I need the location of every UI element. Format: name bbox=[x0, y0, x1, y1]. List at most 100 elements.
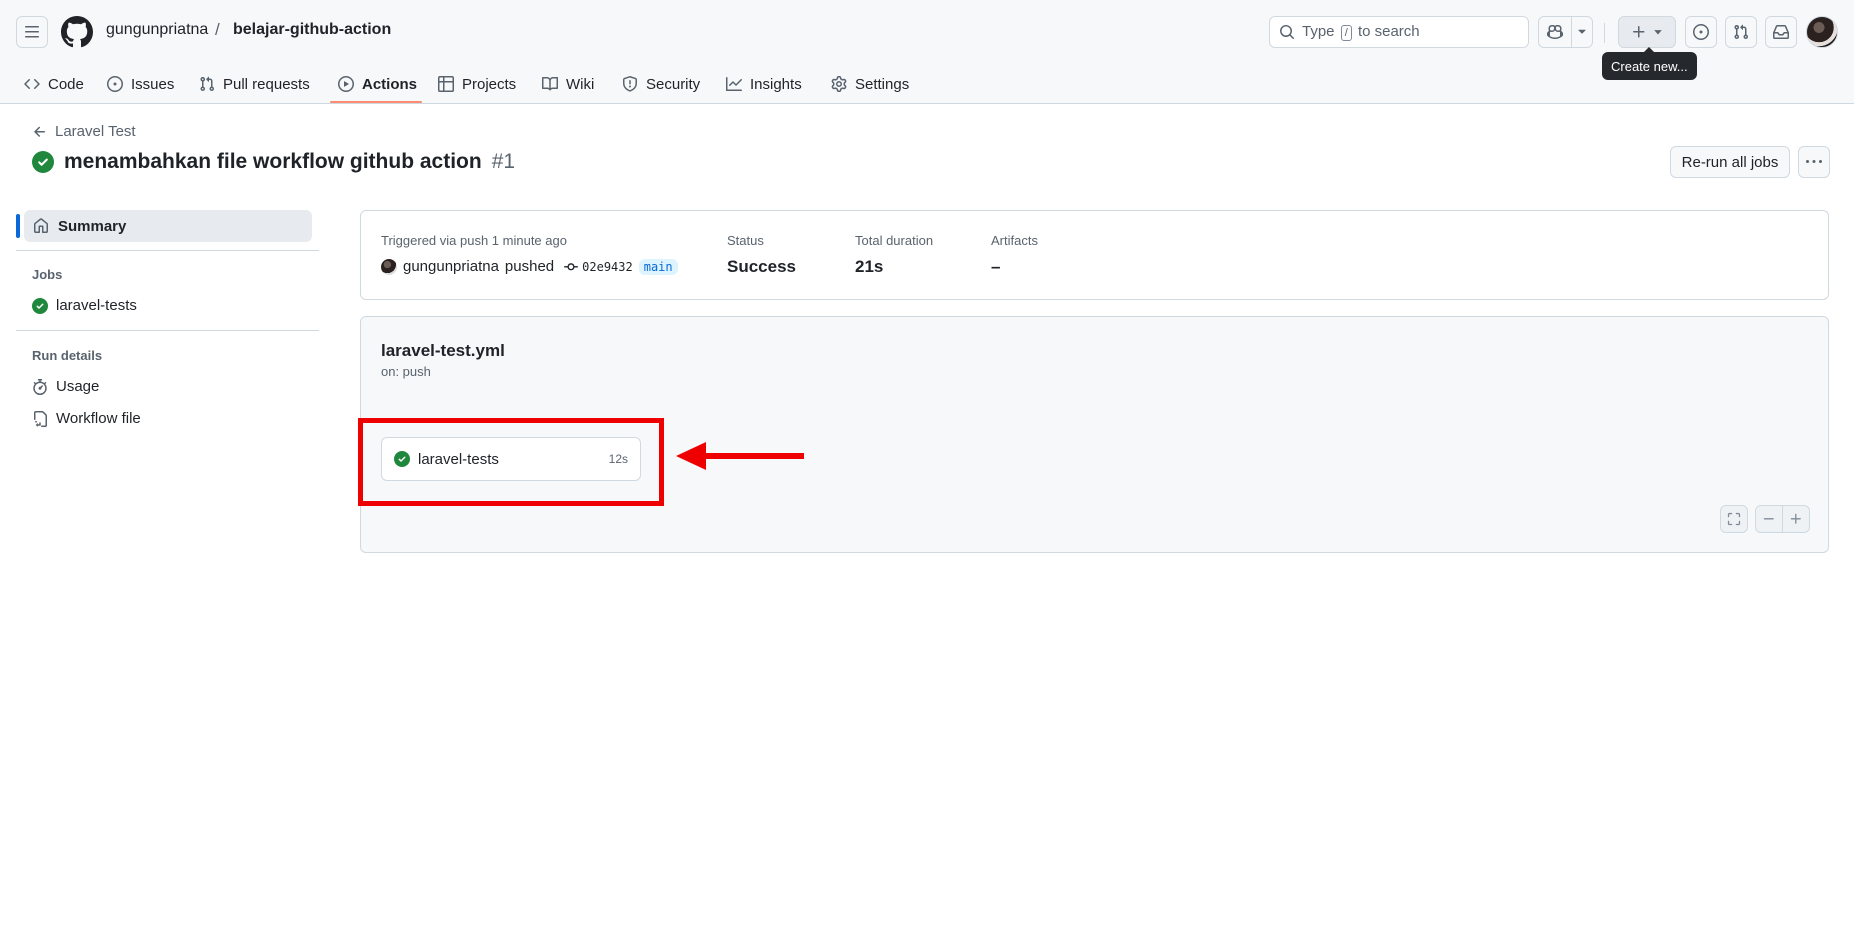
sidebar-divider bbox=[16, 250, 319, 251]
minus-icon bbox=[1763, 518, 1774, 520]
tab-label: Wiki bbox=[566, 75, 595, 93]
repo-tabs: Code Issues Pull requests Actions Projec… bbox=[0, 64, 1854, 104]
inbox-icon bbox=[1773, 25, 1789, 39]
search-input[interactable]: Type / to search bbox=[1269, 16, 1529, 48]
zoom-in-button[interactable] bbox=[1782, 505, 1810, 533]
run-summary-card: Triggered via push 1 minute ago gungunpr… bbox=[360, 210, 1829, 300]
duration-value: 21s bbox=[855, 257, 884, 276]
header-divider bbox=[1604, 23, 1605, 43]
tab-insights[interactable]: Insights bbox=[726, 64, 802, 104]
tab-label: Code bbox=[48, 75, 84, 93]
breadcrumb-separator: / bbox=[215, 20, 220, 39]
git-commit-icon bbox=[564, 262, 579, 270]
sidebar-item-workflow-file[interactable]: Workflow file bbox=[32, 410, 141, 427]
search-icon bbox=[1280, 25, 1295, 40]
jobs-heading: Jobs bbox=[32, 267, 63, 282]
search-placeholder: Type / to search bbox=[1302, 23, 1420, 41]
status-label: Status bbox=[727, 233, 764, 248]
kebab-horizontal-icon bbox=[1806, 160, 1822, 163]
sidebar-divider bbox=[16, 330, 319, 331]
plus-icon bbox=[1790, 513, 1801, 524]
gear-icon bbox=[831, 76, 847, 92]
page-title: menambahkan file workflow github action … bbox=[32, 150, 515, 174]
branch-label[interactable]: main bbox=[638, 258, 678, 275]
tab-issues[interactable]: Issues bbox=[107, 64, 174, 104]
check-circle-fill-icon bbox=[32, 297, 48, 314]
play-icon bbox=[338, 76, 354, 92]
sidebar-item-label: Summary bbox=[58, 217, 127, 235]
duration-label: Total duration bbox=[855, 233, 934, 248]
tab-security[interactable]: Security bbox=[622, 64, 700, 104]
sidebar-item-laravel-tests[interactable]: laravel-tests bbox=[32, 297, 137, 314]
search-shortcut-key: / bbox=[1340, 25, 1352, 41]
actor-name[interactable]: gungunpriatna bbox=[403, 258, 499, 275]
git-pull-request-icon bbox=[1734, 24, 1749, 40]
rerun-all-jobs-button[interactable]: Re-run all jobs bbox=[1670, 146, 1790, 178]
global-header: gungunpriatna / belajar-github-action Ty… bbox=[0, 0, 1854, 104]
pull-requests-shortcut-button[interactable] bbox=[1725, 16, 1757, 48]
workflow-file-icon bbox=[34, 410, 47, 427]
artifacts-value: – bbox=[991, 257, 1001, 276]
fullscreen-button[interactable] bbox=[1720, 505, 1748, 533]
zoom-out-button[interactable] bbox=[1755, 505, 1783, 533]
tab-pull-requests[interactable]: Pull requests bbox=[199, 64, 310, 104]
tab-actions[interactable]: Actions bbox=[338, 64, 417, 104]
active-tab-underline bbox=[330, 101, 422, 103]
breadcrumb-owner[interactable]: gungunpriatna bbox=[106, 21, 208, 39]
graph-icon bbox=[726, 77, 742, 91]
workflow-file-name: laravel-test.yml bbox=[381, 341, 505, 360]
annotation-arrow-icon bbox=[676, 440, 806, 472]
tab-projects[interactable]: Projects bbox=[438, 64, 516, 104]
commit-sha[interactable]: 02e9432 bbox=[564, 260, 633, 274]
triangle-down-icon bbox=[1654, 30, 1662, 35]
tab-label: Pull requests bbox=[223, 75, 310, 93]
more-options-button[interactable] bbox=[1798, 146, 1830, 178]
copilot-button[interactable] bbox=[1538, 16, 1572, 48]
breadcrumb-repo[interactable]: belajar-github-action bbox=[233, 21, 391, 39]
stopwatch-icon bbox=[33, 378, 47, 395]
hamburger-icon bbox=[25, 26, 39, 38]
tab-label: Settings bbox=[855, 75, 910, 93]
sidebar-item-label: Workflow file bbox=[56, 410, 141, 427]
issues-shortcut-button[interactable] bbox=[1685, 16, 1717, 48]
workflow-trigger: on: push bbox=[381, 364, 431, 379]
tab-label: Security bbox=[646, 75, 701, 93]
sidebar-item-label: Usage bbox=[56, 378, 100, 395]
inbox-button[interactable] bbox=[1765, 16, 1797, 48]
tab-settings[interactable]: Settings bbox=[831, 64, 909, 104]
run-details-heading: Run details bbox=[32, 348, 103, 363]
tab-label: Issues bbox=[131, 75, 175, 93]
pull-request-icon bbox=[200, 76, 215, 92]
top-bar: gungunpriatna / belajar-github-action Ty… bbox=[0, 0, 1854, 80]
screen-full-icon bbox=[1727, 512, 1741, 526]
active-item-indicator bbox=[16, 214, 20, 238]
artifacts-label: Artifacts bbox=[991, 233, 1038, 248]
tab-wiki[interactable]: Wiki bbox=[542, 64, 594, 104]
actor-avatar[interactable] bbox=[381, 258, 397, 275]
sidebar-item-summary[interactable]: Summary bbox=[24, 210, 312, 242]
trigger-details: gungunpriatna pushed 02e9432 main bbox=[381, 258, 678, 275]
annotation-highlight-box bbox=[358, 418, 664, 506]
issue-opened-icon bbox=[1693, 24, 1709, 40]
menu-button[interactable] bbox=[16, 16, 48, 48]
tab-label: Actions bbox=[362, 75, 418, 93]
sidebar-item-usage[interactable]: Usage bbox=[32, 378, 99, 395]
sidebar-item-label: laravel-tests bbox=[56, 297, 137, 314]
issue-icon bbox=[107, 76, 123, 92]
commit-sha-text: 02e9432 bbox=[582, 259, 633, 274]
home-icon bbox=[34, 218, 48, 233]
book-icon bbox=[542, 76, 558, 91]
status-value: Success bbox=[727, 257, 796, 276]
tab-label: Projects bbox=[462, 75, 517, 93]
table-icon bbox=[438, 76, 454, 92]
back-to-workflow-link[interactable]: Laravel Test bbox=[32, 123, 136, 140]
tab-code[interactable]: Code bbox=[24, 64, 84, 104]
create-new-button[interactable] bbox=[1618, 16, 1676, 48]
plus-icon bbox=[1633, 26, 1645, 38]
triggered-label: Triggered via push 1 minute ago bbox=[381, 233, 567, 248]
user-avatar[interactable] bbox=[1806, 16, 1838, 48]
triangle-down-icon bbox=[1578, 29, 1586, 34]
arrow-left-icon bbox=[34, 126, 45, 137]
copilot-dropdown-button[interactable] bbox=[1571, 16, 1593, 48]
github-logo-icon[interactable] bbox=[61, 16, 93, 48]
